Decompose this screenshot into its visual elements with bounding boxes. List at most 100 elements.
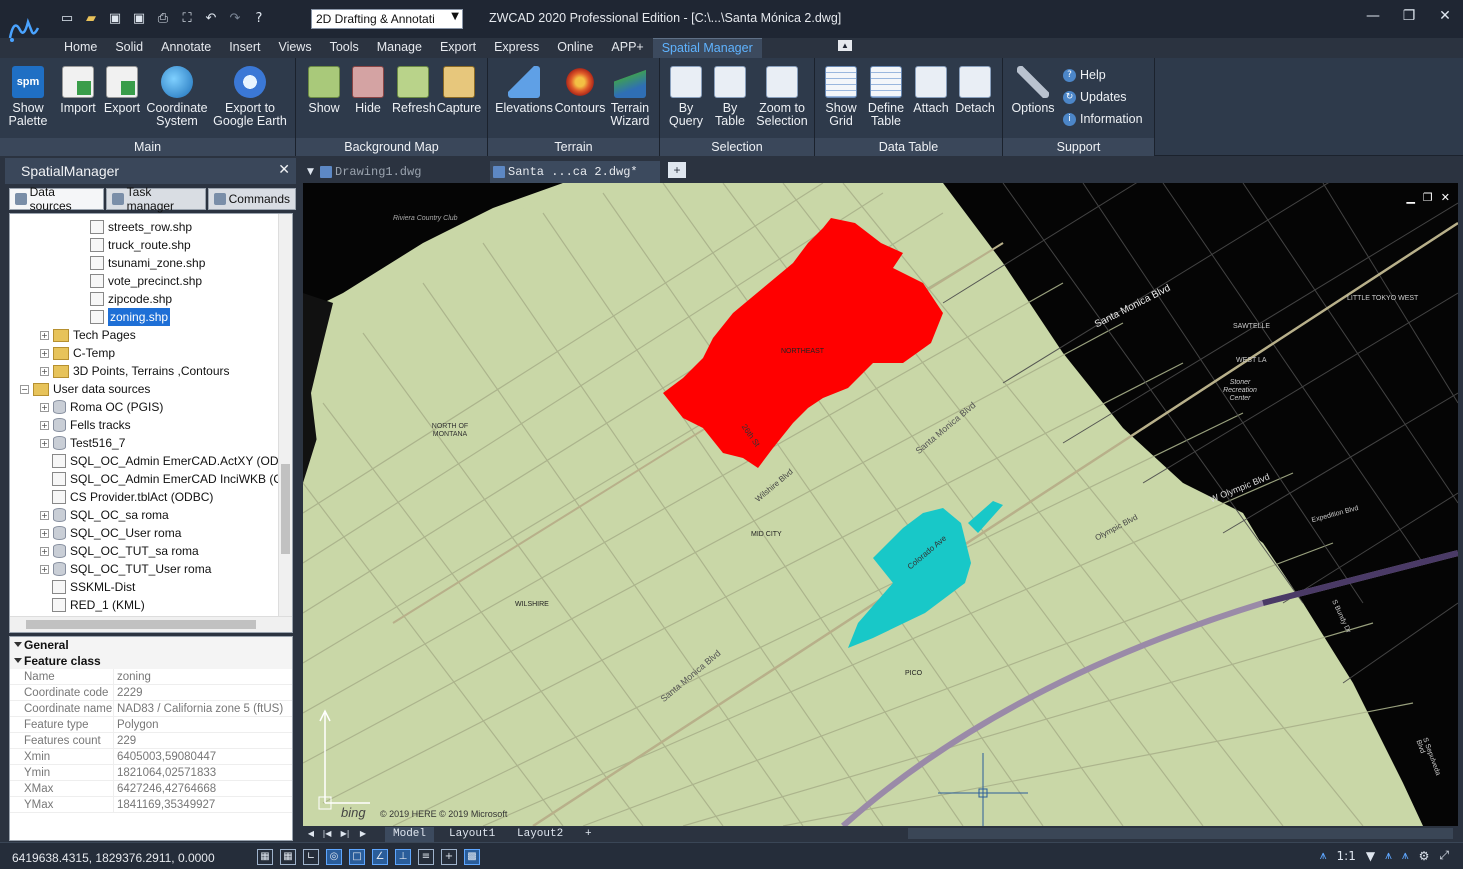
tree-item[interactable]: − User data sources bbox=[20, 380, 150, 398]
scroll-thumb[interactable] bbox=[26, 620, 256, 629]
tree-item[interactable]: + SQL_OC_TUT_User roma bbox=[40, 560, 211, 578]
close-icon[interactable]: ✕ bbox=[1437, 8, 1453, 26]
expand-icon[interactable]: + bbox=[40, 366, 49, 376]
tab-views[interactable]: Views bbox=[269, 38, 320, 58]
terrain-wizard-button[interactable]: Terrain Wizard bbox=[606, 66, 654, 128]
expand-icon[interactable]: + bbox=[40, 528, 49, 538]
otrack-icon[interactable]: ∠ bbox=[372, 849, 388, 865]
ribbon-collapse-icon[interactable]: ▲ bbox=[838, 40, 852, 51]
tree-horizontal-scrollbar[interactable] bbox=[10, 616, 292, 632]
tree-item[interactable]: + C-Temp bbox=[40, 344, 115, 362]
data-sources-tree[interactable]: streets_row.shp truck_route.shp tsunami_… bbox=[9, 213, 293, 633]
show-map-button[interactable]: Show bbox=[304, 66, 344, 115]
tab-task-manager[interactable]: Task manager bbox=[106, 185, 206, 213]
tab-model[interactable]: Model bbox=[385, 827, 435, 842]
help-icon[interactable]: ? bbox=[250, 9, 268, 27]
dynamic-input-icon[interactable]: + bbox=[441, 849, 457, 865]
settings-gear-icon[interactable]: ⚙ bbox=[1419, 849, 1430, 863]
options-button[interactable]: Options bbox=[1009, 66, 1057, 115]
expand-icon[interactable]: + bbox=[40, 420, 49, 430]
export-google-earth-button[interactable]: Export to Google Earth bbox=[212, 66, 288, 128]
tab-layout2[interactable]: Layout2 bbox=[509, 827, 571, 842]
tab-manage[interactable]: Manage bbox=[368, 38, 431, 58]
show-grid-button[interactable]: Show Grid bbox=[821, 66, 861, 128]
tab-express[interactable]: Express bbox=[485, 38, 548, 58]
tab-spatial-manager[interactable]: Spatial Manager bbox=[652, 38, 762, 58]
section-general[interactable]: General bbox=[10, 637, 292, 653]
scroll-thumb[interactable] bbox=[281, 464, 290, 554]
doc-tab-santa-monica[interactable]: Santa ...ca 2.dwg* ✕ bbox=[490, 161, 660, 201]
redo-icon[interactable]: ↷ bbox=[226, 9, 244, 27]
tree-item[interactable]: streets_row.shp bbox=[90, 218, 192, 236]
zoom-to-selection-button[interactable]: Zoom to Selection bbox=[752, 66, 812, 128]
snap-icon[interactable]: ▦ bbox=[257, 849, 273, 865]
tabs-menu-icon[interactable]: ▼ bbox=[307, 167, 314, 177]
save-icon[interactable]: ▣ bbox=[106, 9, 124, 27]
tree-vertical-scrollbar[interactable] bbox=[278, 214, 292, 617]
tree-item[interactable]: + Test516_7 bbox=[40, 434, 125, 452]
tab-layout1[interactable]: Layout1 bbox=[441, 827, 503, 842]
expand-icon[interactable]: + bbox=[40, 546, 49, 556]
tree-item[interactable]: truck_route.shp bbox=[90, 236, 191, 254]
tab-commands[interactable]: Commands bbox=[207, 188, 296, 210]
tree-item[interactable]: tsunami_zone.shp bbox=[90, 254, 205, 272]
new-file-icon[interactable]: ▭ bbox=[58, 9, 76, 27]
minimize-icon[interactable]: ▁ bbox=[1406, 191, 1414, 204]
tree-item[interactable]: + SQL_OC_TUT_sa roma bbox=[40, 542, 199, 560]
expand-icon[interactable]: + bbox=[40, 564, 49, 574]
expand-icon[interactable]: + bbox=[40, 348, 49, 358]
tree-item[interactable]: + SQL_OC_User roma bbox=[40, 524, 181, 542]
dynamic-ucs-icon[interactable]: ⊥ bbox=[395, 849, 411, 865]
doc-tab-drawing1[interactable]: Drawing1.dwg bbox=[317, 161, 487, 183]
drawing-viewport[interactable]: Riviera Country Club NORTH OF MONTANA NO… bbox=[303, 183, 1458, 826]
expand-icon[interactable]: + bbox=[40, 510, 49, 520]
minimize-icon[interactable]: — bbox=[1365, 8, 1381, 26]
capture-map-button[interactable]: Capture bbox=[436, 66, 482, 115]
show-palette-button[interactable]: spm Show Palette bbox=[6, 66, 50, 128]
by-query-button[interactable]: By Query bbox=[666, 66, 706, 128]
save-as-icon[interactable]: ▣ bbox=[130, 9, 148, 27]
tab-add-layout[interactable]: + bbox=[577, 827, 600, 842]
osnap-icon[interactable]: □ bbox=[349, 849, 365, 865]
tab-online[interactable]: Online bbox=[548, 38, 602, 58]
first-layout-icon[interactable]: ◀ bbox=[305, 827, 317, 840]
expand-icon[interactable]: + bbox=[40, 402, 49, 412]
grid-icon[interactable]: ▦ bbox=[280, 849, 296, 865]
contours-button[interactable]: Contours bbox=[554, 66, 606, 115]
attach-button[interactable]: Attach bbox=[911, 66, 951, 115]
tab-annotate[interactable]: Annotate bbox=[152, 38, 220, 58]
close-icon[interactable]: ✕ bbox=[1441, 191, 1450, 204]
restore-icon[interactable]: ❐ bbox=[1423, 191, 1433, 204]
tree-item[interactable]: SSKML-Dist bbox=[52, 578, 135, 596]
tree-item-selected[interactable]: zoning.shp bbox=[90, 308, 171, 326]
tree-item[interactable]: SQL_OC_Admin EmerCAD InciWKB (O bbox=[52, 470, 283, 488]
annotation-scale-icon[interactable]: ⩚ bbox=[1320, 848, 1327, 863]
last-layout-icon[interactable]: ▶ bbox=[357, 827, 369, 840]
zoom-extents-icon[interactable]: ⛶ bbox=[178, 9, 196, 27]
next-layout-icon[interactable]: ▶| bbox=[339, 827, 351, 840]
tree-item[interactable]: SQL_OC_Admin EmerCAD.ActXY (ODE bbox=[52, 452, 287, 470]
fullscreen-icon[interactable]: ⤢ bbox=[1439, 848, 1449, 863]
tab-data-sources[interactable]: Data sources bbox=[9, 185, 105, 213]
tab-solid[interactable]: Solid bbox=[106, 38, 152, 58]
restore-icon[interactable]: ❐ bbox=[1401, 8, 1417, 26]
import-button[interactable]: Import bbox=[58, 66, 98, 115]
detach-button[interactable]: Detach bbox=[955, 66, 995, 115]
tree-item[interactable]: RED_1 (KML) bbox=[52, 596, 145, 614]
updates-button[interactable]: ↻ Updates bbox=[1063, 90, 1127, 104]
close-icon[interactable]: ✕ bbox=[278, 162, 290, 178]
tab-home[interactable]: Home bbox=[55, 38, 106, 58]
annotation-scale-value[interactable]: 1:1 bbox=[1337, 849, 1356, 863]
open-folder-icon[interactable]: ▰ bbox=[82, 9, 100, 27]
section-feature-class[interactable]: Feature class bbox=[10, 653, 292, 669]
polar-icon[interactable]: ◎ bbox=[326, 849, 342, 865]
tab-insert[interactable]: Insert bbox=[220, 38, 269, 58]
collapse-icon[interactable]: − bbox=[20, 384, 29, 394]
hide-map-button[interactable]: Hide bbox=[348, 66, 388, 115]
coordinate-system-button[interactable]: Coordinate System bbox=[144, 66, 210, 128]
selection-cycling-icon[interactable]: ▩ bbox=[464, 849, 480, 865]
viewport-horizontal-scrollbar[interactable] bbox=[908, 828, 1453, 839]
help-button[interactable]: ? Help bbox=[1063, 68, 1106, 82]
expand-icon[interactable]: + bbox=[40, 438, 49, 448]
tab-app-plus[interactable]: APP+ bbox=[602, 38, 652, 58]
